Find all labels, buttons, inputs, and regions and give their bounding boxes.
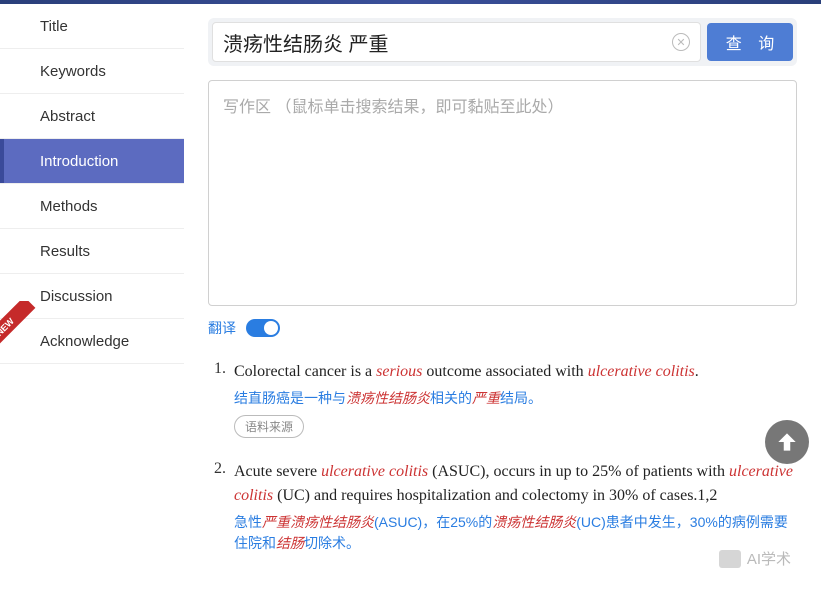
result-english: Colorectal cancer is a serious outcome a… (234, 360, 797, 384)
translate-row: 翻译 (208, 318, 797, 338)
result-number: 1. (208, 360, 234, 438)
result-chinese: 结直肠癌是一种与溃疡性结肠炎相关的严重结局。 (234, 388, 797, 409)
sidebar-item-keywords[interactable]: Keywords (0, 49, 184, 94)
sidebar-item-label: Introduction (40, 153, 118, 170)
query-button[interactable]: 查 询 (707, 23, 793, 61)
sidebar-item-methods[interactable]: Methods (0, 184, 184, 229)
sidebar-item-acknowledge[interactable]: AcknowledgeNEW (0, 319, 184, 364)
sidebar-item-label: Discussion (40, 288, 113, 305)
sidebar-item-title[interactable]: Title (0, 4, 184, 49)
result-number: 2. (208, 460, 234, 554)
result-chinese: 急性严重溃疡性结肠炎(ASUC)，在25%的溃疡性结肠炎(UC)患者中发生，30… (234, 512, 797, 554)
search-bar: ✕ 查 询 (208, 18, 797, 66)
results-list: 1.Colorectal cancer is a serious outcome… (208, 360, 797, 554)
sidebar-item-label: Acknowledge (40, 333, 129, 350)
scroll-top-button[interactable] (765, 420, 809, 464)
search-input-wrap: ✕ (212, 22, 701, 62)
search-input[interactable] (223, 31, 664, 54)
sidebar-item-introduction[interactable]: Introduction (0, 139, 184, 184)
result-body: Acute severe ulcerative colitis (ASUC), … (234, 460, 797, 554)
source-button[interactable]: 语料来源 (234, 415, 304, 438)
write-area[interactable]: 写作区 （鼠标单击搜索结果，即可黏贴至此处） (208, 80, 797, 306)
sidebar-item-label: Title (40, 18, 68, 35)
sidebar-item-abstract[interactable]: Abstract (0, 94, 184, 139)
translate-label: 翻译 (208, 318, 236, 338)
watermark-text: AI学术 (747, 548, 791, 569)
result-body: Colorectal cancer is a serious outcome a… (234, 360, 797, 438)
sidebar: Title Keywords Abstract Introduction Methods… (0, 4, 184, 591)
sidebar-item-label: Abstract (40, 108, 95, 125)
result-item[interactable]: 1.Colorectal cancer is a serious outcome… (208, 360, 797, 438)
result-english: Acute severe ulcerative colitis (ASUC), … (234, 460, 797, 508)
sidebar-item-label: Results (40, 243, 90, 260)
sidebar-item-label: Keywords (40, 63, 106, 80)
result-item[interactable]: 2.Acute severe ulcerative colitis (ASUC)… (208, 460, 797, 554)
sidebar-item-label: Methods (40, 198, 98, 215)
chat-icon (719, 550, 741, 568)
main-panel: ✕ 查 询 写作区 （鼠标单击搜索结果，即可黏贴至此处） 翻译 1.Colore… (184, 4, 821, 591)
watermark: AI学术 (719, 548, 791, 569)
translate-toggle[interactable] (246, 319, 280, 337)
clear-icon[interactable]: ✕ (672, 33, 690, 51)
sidebar-item-discussion[interactable]: Discussion (0, 274, 184, 319)
sidebar-item-results[interactable]: Results (0, 229, 184, 274)
